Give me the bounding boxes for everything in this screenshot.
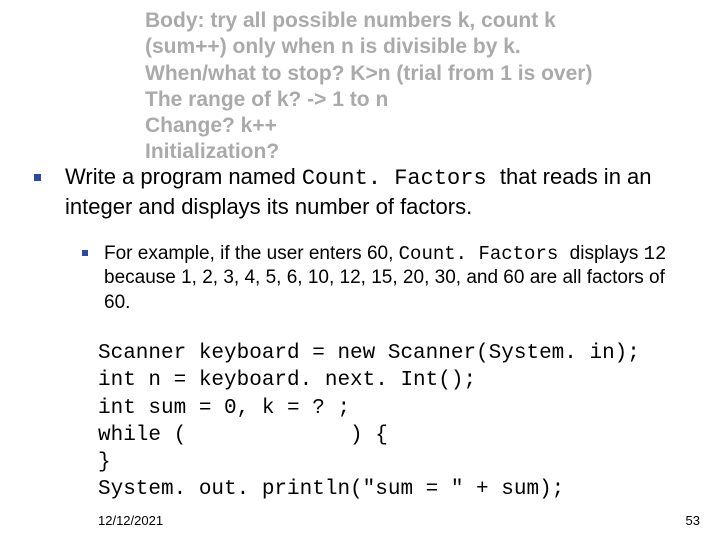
- code-line: }: [98, 451, 111, 474]
- note-line: The range of k? -> 1 to n: [145, 87, 695, 113]
- code-line: int sum = 0, k = ? ;: [98, 397, 350, 420]
- text: because 1, 2, 3, 4, 5, 6, 10, 12, 15, 20…: [104, 267, 665, 312]
- code-line: Scanner keyboard = new Scanner(System. i…: [98, 342, 640, 365]
- inline-code: Count. Factors: [302, 166, 500, 191]
- text: For example, if the user enters 60,: [104, 243, 399, 264]
- code-line: int n = keyboard. next. Int();: [98, 369, 476, 392]
- bullet-level1: Write a program named Count. Factors tha…: [34, 172, 694, 221]
- slide: Body: try all possible numbers k, count …: [0, 0, 720, 540]
- square-bullet-icon: [34, 174, 41, 181]
- inline-code: Count. Factors: [399, 243, 570, 265]
- bullet1-text: Write a program named Count. Factors tha…: [65, 163, 694, 221]
- handwritten-notes: Body: try all possible numbers k, count …: [145, 8, 695, 166]
- text: displays: [570, 243, 644, 264]
- code-block: Scanner keyboard = new Scanner(System. i…: [98, 340, 698, 504]
- note-line: When/what to stop? K>n (trial from 1 is …: [145, 61, 695, 87]
- bullet2-text: For example, if the user enters 60, Coun…: [104, 242, 692, 315]
- note-line: Change? k++: [145, 113, 695, 139]
- footer-page-number: 53: [686, 513, 700, 528]
- note-line: Initialization?: [145, 139, 695, 165]
- square-bullet-icon: [82, 250, 88, 256]
- code-line: while ( ) {: [98, 424, 388, 447]
- note-line: (sum++) only when n is divisible by k.: [145, 34, 695, 60]
- note-line: Body: try all possible numbers k, count …: [145, 8, 695, 34]
- text: Write a program named: [65, 164, 302, 189]
- bullet-level2: For example, if the user enters 60, Coun…: [82, 246, 692, 315]
- code-line: System. out. println("sum = " + sum);: [98, 478, 564, 501]
- inline-code: 12: [644, 243, 667, 265]
- footer-date: 12/12/2021: [98, 513, 163, 528]
